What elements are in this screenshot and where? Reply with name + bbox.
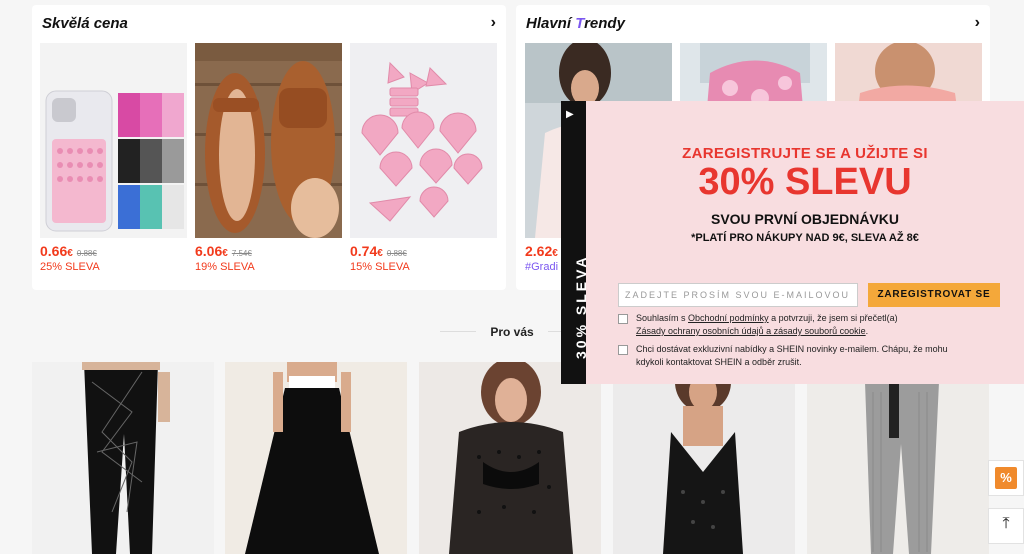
- popup-discount: 30% SLEVU: [698, 161, 912, 203]
- product-image[interactable]: [807, 362, 989, 554]
- deal-discount: 25% SLEVA: [40, 261, 100, 273]
- newsletter-checkbox[interactable]: [618, 345, 628, 355]
- popup-note: *PLATÍ PRO NÁKUPY NAD 9€, SLEVA AŽ 8€: [691, 232, 919, 244]
- popup-subheadline: SVOU PRVNÍ OBJEDNÁVKU: [710, 211, 899, 227]
- collapse-arrow-icon[interactable]: ▶: [566, 109, 574, 120]
- deals-title: Skvělá cena: [42, 15, 128, 32]
- deals-arrow-icon[interactable]: ›: [491, 14, 496, 32]
- terms-link[interactable]: Obchodní podmínky: [688, 313, 769, 323]
- product-image[interactable]: [613, 362, 795, 554]
- product-image[interactable]: [32, 362, 214, 554]
- trend-price: 2.62€: [525, 243, 558, 259]
- popup-headline: ZAREGISTRUJTE SE A UŽIJTE SI: [682, 145, 928, 162]
- popup-side-tab[interactable]: ▶ 30% SLEVA: [561, 101, 589, 384]
- coupon-icon: %: [995, 467, 1017, 489]
- signup-popup: ZAREGISTRUJTE SE A UŽIJTE SI 30% SLEVU S…: [586, 101, 1024, 384]
- deal-discount: 19% SLEVA: [195, 261, 255, 273]
- register-button[interactable]: ZAREGISTROVAT SE: [868, 283, 1000, 307]
- trend-hashtag[interactable]: #Gradi: [525, 261, 558, 273]
- product-image[interactable]: [225, 362, 407, 554]
- trends-title: Hlavní Trendy: [526, 15, 625, 32]
- deals-card: Skvělá cena › 0.66€ 0.88€ 25% SLEVA 6.06€…: [32, 5, 506, 290]
- newsletter-consent-text: Chci dostávat exkluzivní nabídky a SHEIN…: [636, 344, 948, 367]
- trends-arrow-icon[interactable]: ›: [975, 14, 980, 32]
- terms-consent-text: Souhlasím s Obchodní podmínky a potvrzuj…: [636, 313, 898, 336]
- arrow-up-icon: ⤒: [1002, 515, 1010, 532]
- deal-price: 6.06€ 7.54€: [195, 243, 252, 259]
- deal-price: 0.66€ 0.88€: [40, 243, 97, 259]
- privacy-link[interactable]: Zásady ochrany osobních údajů a zásady s…: [636, 326, 866, 336]
- deal-product-image[interactable]: [350, 43, 497, 238]
- deal-product-image[interactable]: [195, 43, 342, 238]
- email-input[interactable]: ZADEJTE PROSÍM SVOU E-MAILOVOU: [618, 283, 858, 307]
- deal-product-image[interactable]: [40, 43, 187, 238]
- product-image[interactable]: [419, 362, 601, 554]
- deal-price: 0.74€ 0.88€: [350, 243, 407, 259]
- terms-checkbox[interactable]: [618, 314, 628, 324]
- coupon-button[interactable]: %: [988, 460, 1024, 496]
- deal-discount: 15% SLEVA: [350, 261, 410, 273]
- back-to-top-button[interactable]: ⤒: [988, 508, 1024, 544]
